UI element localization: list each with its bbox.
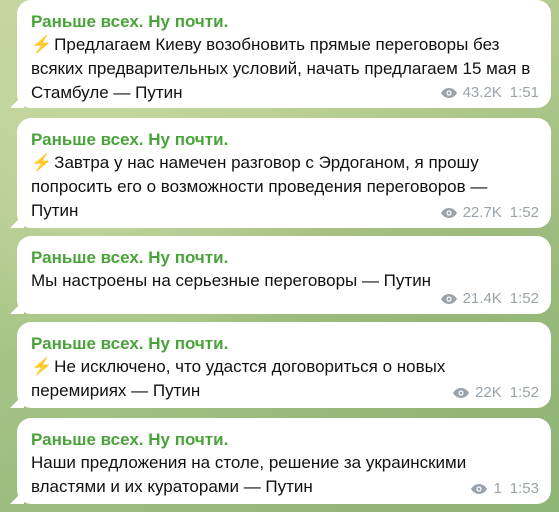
message-meta: 22K 1:52 [452, 384, 539, 402]
message-time: 1:52 [509, 204, 539, 221]
sender-name[interactable]: Раньше всех. Ну почти. [31, 333, 539, 354]
sender-name[interactable]: Раньше всех. Ну почти. [31, 247, 539, 268]
message-text-body: Мы настроены на серьезные переговоры — П… [31, 271, 432, 290]
message-text-body: Завтра у нас намечен разговор с Эрдогано… [31, 153, 488, 220]
message-bubble[interactable]: Раньше всех. Ну почти. Мы настроены на с… [10, 236, 551, 314]
message-bubble[interactable]: Раньше всех. Ну почти. ⚡ Не исключено, чт… [10, 322, 551, 408]
lightning-icon: ⚡ [31, 35, 53, 54]
message-meta: 22.7K 1:52 [440, 204, 539, 222]
view-count: 22K [475, 384, 502, 401]
view-count: 21.4K [462, 290, 502, 307]
message-bubble[interactable]: Раньше всех. Ну почти. Наши предложения … [10, 418, 551, 504]
eye-icon [440, 208, 457, 218]
sender-name[interactable]: Раньше всех. Ну почти. [31, 429, 539, 450]
eye-icon [440, 294, 457, 304]
view-count: 22.7K [462, 204, 502, 221]
lightning-icon: ⚡ [31, 153, 53, 172]
message-time: 1:51 [509, 84, 539, 101]
message-time: 1:53 [509, 480, 539, 497]
message-meta: 43.2K 1:51 [440, 84, 539, 102]
message-bubble[interactable]: Раньше всех. Ну почти. ⚡ Завтра у нас нам… [10, 118, 551, 228]
view-count: 43.2K [462, 84, 502, 101]
sender-name[interactable]: Раньше всех. Ну почти. [31, 129, 539, 150]
message-bubble[interactable]: Раньше всех. Ну почти. ⚡ Предлагаем Киеву… [10, 0, 551, 108]
message-text-body: Наши предложения на столе, решение за ук… [31, 453, 467, 496]
sender-name[interactable]: Раньше всех. Ну почти. [31, 11, 539, 32]
view-count: 1 [493, 480, 502, 497]
lightning-icon: ⚡ [31, 357, 53, 376]
eye-icon [440, 88, 457, 98]
message-meta: 21.4K 1:52 [440, 290, 539, 308]
message-time: 1:52 [509, 290, 539, 307]
message-time: 1:52 [509, 384, 539, 401]
message-text: Наши предложения на столе, решение за ук… [31, 451, 539, 499]
message-text-body: Не исключено, что удастся договориться о… [31, 357, 446, 400]
message-meta: 1 1:53 [470, 480, 539, 498]
eye-icon [453, 388, 470, 398]
eye-icon [471, 484, 488, 494]
